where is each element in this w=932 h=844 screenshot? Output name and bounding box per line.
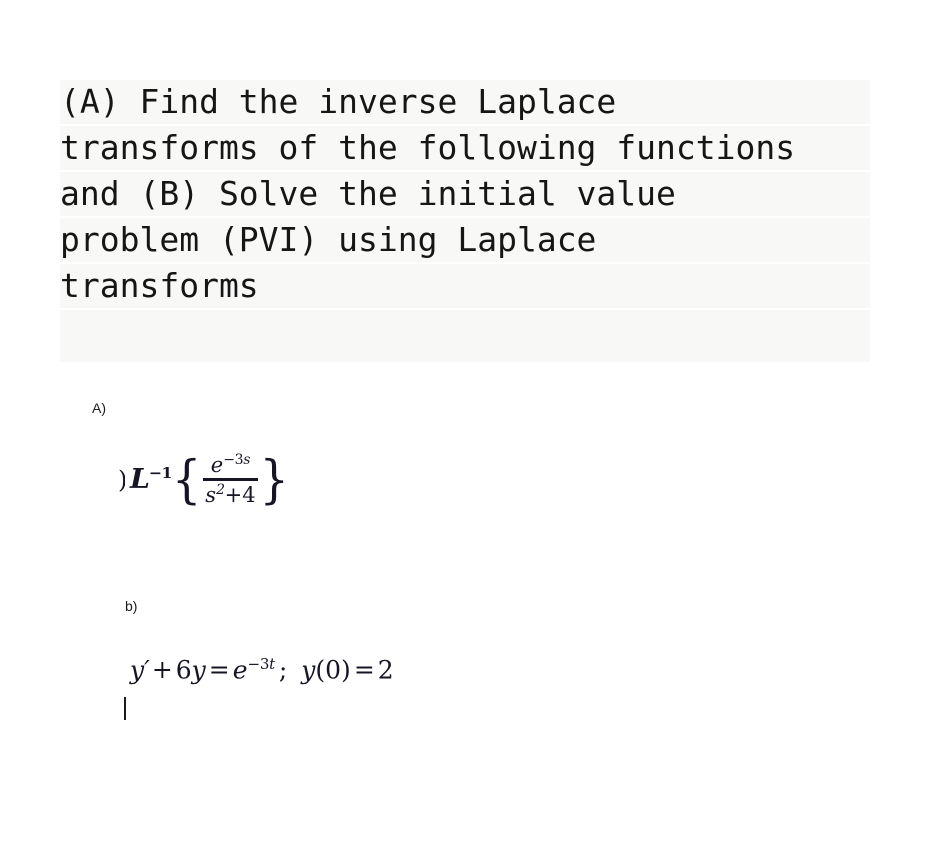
ode-rhs-exponent: −3t [247,655,276,673]
ode-rhs-exponent-variable: t [269,655,275,673]
numerator-exponent-coefficient: 3 [234,452,244,468]
ic-open-paren: ( [315,655,326,685]
ode-prime: ′ [144,655,150,685]
ode-plus: + [151,655,173,685]
numerator-exponent-sign: − [223,452,235,468]
fraction-denominator: s2+4 [203,482,257,507]
ode-lhs-variable: y [130,655,145,685]
ode-rhs-exponent-sign: − [247,655,261,673]
denominator-plus: + [224,482,243,507]
laplace-inverse-operator: L−1 [130,463,173,495]
answer-area[interactable]: A) ) L−1 { e−3s s2+4 } b) y′+6y=e−3t;y(0… [0,0,932,844]
numerator-exponent: −3s [223,452,250,468]
denominator-variable: s [205,482,217,507]
ode-coefficient: 6 [175,655,192,685]
ode-separator: ; [278,655,288,685]
script-l-glyph: L [130,463,150,495]
fraction: e−3s s2+4 [203,452,258,507]
ic-close-paren: ) [341,655,351,685]
ode-equals: = [208,655,230,685]
part-b-expression: y′ +6y = e−3t; y(0) = 2 [130,656,394,684]
numerator-base: e [210,453,224,477]
ode-coefficient-variable: y [191,655,206,685]
numerator-exponent-variable: s [243,452,251,468]
denominator-power: 2 [216,481,225,498]
ode-rhs-exponent-coefficient: 3 [259,655,270,673]
ic-equals: = [353,655,375,685]
text-cursor-caret [124,697,126,720]
fraction-numerator: e−3s [209,452,252,477]
operator-superscript: −1 [148,463,173,482]
ode-rhs-base: e [232,655,248,685]
part-a-label: A) [92,400,106,416]
ic-variable: y [301,655,316,685]
ic-value: 2 [377,655,394,685]
denominator-constant: 4 [242,482,256,507]
ic-point: 0 [325,655,342,685]
fraction-bar [203,478,258,481]
part-a-clipped-marker: ) [118,468,125,492]
part-b-label: b) [125,598,138,614]
part-a-expression: ) L−1 { e−3s s2+4 } [118,452,290,507]
